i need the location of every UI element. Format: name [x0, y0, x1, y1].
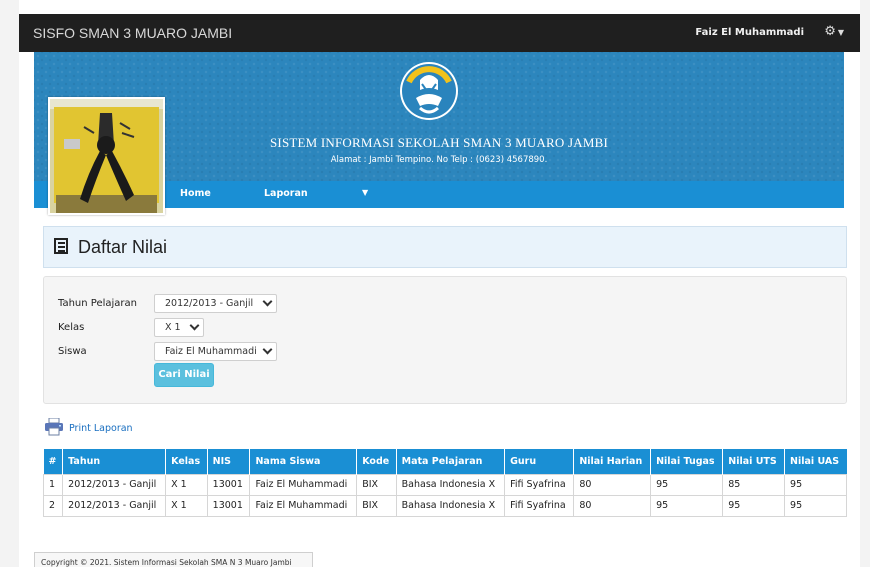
page-header: Daftar Nilai: [43, 226, 847, 268]
table-row: 2 2012/2013 - Ganjil X 1 13001 Faiz El Muham…: [42, 494, 847, 517]
table-cell: X 1: [165, 494, 208, 517]
table-cell: 80: [573, 494, 652, 517]
table-cell: 95: [722, 494, 786, 517]
brand-link[interactable]: SISFO SMAN 3 MUARO JAMBI: [33, 25, 232, 41]
tahun-select[interactable]: 2012/2013 - Ganjil: [154, 294, 277, 313]
table-cell: 80: [573, 473, 652, 496]
table-cell: Bahasa Indonesia X: [395, 494, 506, 517]
chevron-down-icon: ▼: [837, 28, 844, 37]
siswa-select[interactable]: Faiz El Muhammadi: [154, 342, 277, 361]
table-body: 1 2012/2013 - Ganjil X 1 13001 Faiz El Muham…: [42, 473, 847, 517]
siswa-value: Faiz El Muhammadi: [165, 346, 257, 357]
chevron-down-icon[interactable]: ▼: [362, 188, 368, 197]
table-cell: Faiz El Muhammadi: [249, 473, 358, 496]
chevron-down-icon: [262, 296, 273, 307]
profile-photo: [48, 97, 165, 215]
table-cell: Bahasa Indonesia X: [395, 473, 506, 496]
chevron-down-icon: [189, 320, 200, 331]
kelas-label: Kelas: [58, 322, 85, 333]
grades-table: # Tahun Kelas NIS Nama Siswa Kode Mata Pelajar…: [42, 449, 847, 517]
school-logo-icon: [400, 62, 458, 120]
column-header: Kode: [356, 449, 397, 474]
user-name-link[interactable]: Faiz El Muhammadi: [695, 27, 804, 38]
column-header: Mata Pelajaran: [396, 449, 506, 474]
column-header: Guru: [504, 449, 575, 474]
settings-dropdown[interactable]: ⚙ ▼: [824, 24, 844, 39]
column-header: Nilai Harian: [573, 449, 652, 474]
page-frame: SISFO SMAN 3 MUARO JAMBI Faiz El Muhamma…: [19, 0, 860, 567]
table-cell: 95: [784, 494, 847, 517]
table-cell: X 1: [165, 473, 208, 496]
search-form: Tahun Pelajaran 2012/2013 - Ganjil Kelas…: [43, 276, 847, 404]
table-cell: 95: [784, 473, 847, 496]
table-cell: 2: [42, 494, 64, 517]
tahun-label: Tahun Pelajaran: [58, 298, 137, 309]
print-report-label: Print Laporan: [69, 423, 133, 434]
printer-icon: [45, 418, 63, 436]
table-cell: 13001: [206, 473, 251, 496]
list-alt-icon: [54, 238, 68, 254]
page-title: Daftar Nilai: [78, 237, 168, 257]
column-header: Tahun: [62, 449, 167, 474]
column-header: #: [43, 449, 64, 474]
table-cell: Fifi Syafrina: [504, 494, 575, 517]
table-cell: Fifi Syafrina: [504, 473, 575, 496]
kelas-select[interactable]: X 1: [154, 318, 204, 337]
pliers-photo-icon: [50, 99, 163, 213]
footer-copyright: Copyright © 2021. Sistem Informasi Sekol…: [34, 552, 313, 567]
column-header: Nama Siswa: [249, 449, 358, 474]
column-header: Nilai UAS: [784, 449, 847, 474]
table-cell: 95: [650, 494, 724, 517]
cari-nilai-button[interactable]: Cari Nilai: [154, 363, 214, 387]
chevron-down-icon: [262, 344, 273, 355]
column-header: NIS: [207, 449, 251, 474]
nav-laporan-link[interactable]: Laporan: [264, 188, 308, 199]
nav-home-link[interactable]: Home: [180, 188, 211, 199]
table-cell: 95: [650, 473, 724, 496]
table-cell: 2012/2013 - Ganjil: [62, 494, 167, 517]
column-header: Kelas: [165, 449, 208, 474]
column-header: Nilai UTS: [722, 449, 786, 474]
gear-icon: ⚙: [824, 24, 836, 39]
table-cell: BIX: [356, 473, 397, 496]
table-cell: 85: [722, 473, 786, 496]
tahun-value: 2012/2013 - Ganjil: [165, 298, 254, 309]
column-header: Nilai Tugas: [650, 449, 724, 474]
kelas-value: X 1: [165, 322, 181, 333]
table-cell: 1: [42, 473, 64, 496]
top-navbar: SISFO SMAN 3 MUARO JAMBI Faiz El Muhamma…: [19, 14, 860, 52]
table-cell: 2012/2013 - Ganjil: [62, 473, 167, 496]
table-cell: 13001: [206, 494, 251, 517]
table-header-row: # Tahun Kelas NIS Nama Siswa Kode Mata Pelajar…: [43, 449, 847, 474]
table-cell: Faiz El Muhammadi: [249, 494, 358, 517]
table-cell: BIX: [356, 494, 397, 517]
siswa-label: Siswa: [58, 346, 87, 357]
table-row: 1 2012/2013 - Ganjil X 1 13001 Faiz El Muham…: [42, 473, 847, 496]
